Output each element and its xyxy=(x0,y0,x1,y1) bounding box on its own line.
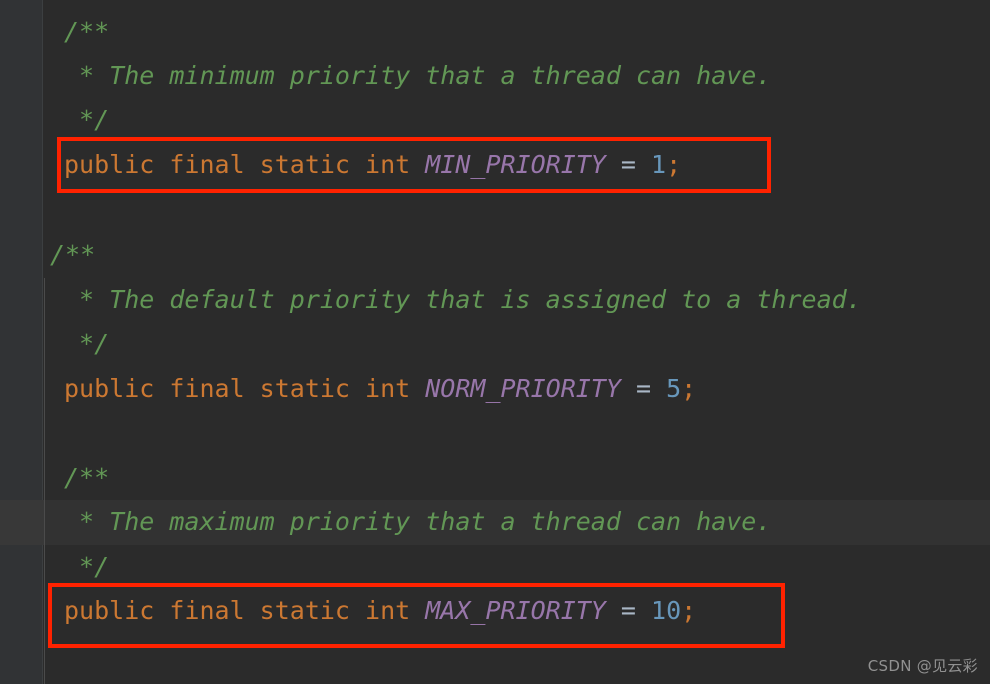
token-number: 10 xyxy=(651,596,682,625)
token-semicolon: ; xyxy=(666,150,682,179)
token-comment: /** xyxy=(64,463,110,492)
token-comment: */ xyxy=(64,329,110,358)
token-number: 5 xyxy=(666,374,682,403)
token-operator: = xyxy=(620,374,667,403)
code-line[interactable]: public final static int NORM_PRIORITY = … xyxy=(64,367,696,412)
code-line[interactable]: /** xyxy=(64,456,109,501)
token-number: 1 xyxy=(651,150,667,179)
csdn-watermark: CSDN @见云彩 xyxy=(867,657,978,675)
token-semicolon: ; xyxy=(681,374,697,403)
token-comment: The maximum priority that a thread can h… xyxy=(109,507,772,536)
token-const: MAX_PRIORITY xyxy=(425,596,606,625)
token-keyword: public final static int xyxy=(64,150,426,179)
code-line[interactable]: */ xyxy=(64,322,109,367)
token-comment: /** xyxy=(64,17,110,46)
token-comment-p: * xyxy=(64,61,110,90)
code-content[interactable]: /** * The minimum priority that a thread… xyxy=(0,0,990,684)
token-comment: The minimum priority that a thread can h… xyxy=(109,61,772,90)
token-comment: /** xyxy=(50,240,96,269)
code-line[interactable]: */ xyxy=(64,98,109,143)
token-keyword: public final static int xyxy=(64,374,426,403)
code-line[interactable]: * The default priority that is assigned … xyxy=(64,278,862,323)
token-operator: = xyxy=(605,596,652,625)
token-operator: = xyxy=(605,150,652,179)
token-const: NORM_PRIORITY xyxy=(425,374,621,403)
code-line[interactable]: /** xyxy=(50,233,95,278)
token-comment-p: * xyxy=(64,507,110,536)
token-comment: The default priority that is assigned to… xyxy=(109,285,862,314)
code-editor[interactable]: /** * The minimum priority that a thread… xyxy=(0,0,990,684)
token-comment-p: * xyxy=(64,285,110,314)
token-comment: */ xyxy=(64,552,110,581)
code-line[interactable]: * The maximum priority that a thread can… xyxy=(64,500,771,545)
token-const: MIN_PRIORITY xyxy=(425,150,606,179)
code-line[interactable]: public final static int MIN_PRIORITY = 1… xyxy=(64,143,681,188)
code-line[interactable]: public final static int MAX_PRIORITY = 1… xyxy=(64,589,696,634)
token-keyword: public final static int xyxy=(64,596,426,625)
code-line[interactable]: * The minimum priority that a thread can… xyxy=(64,54,771,99)
code-line[interactable]: /** xyxy=(64,10,109,55)
token-comment: */ xyxy=(64,105,110,134)
code-line[interactable]: */ xyxy=(64,545,109,590)
token-semicolon: ; xyxy=(681,596,697,625)
